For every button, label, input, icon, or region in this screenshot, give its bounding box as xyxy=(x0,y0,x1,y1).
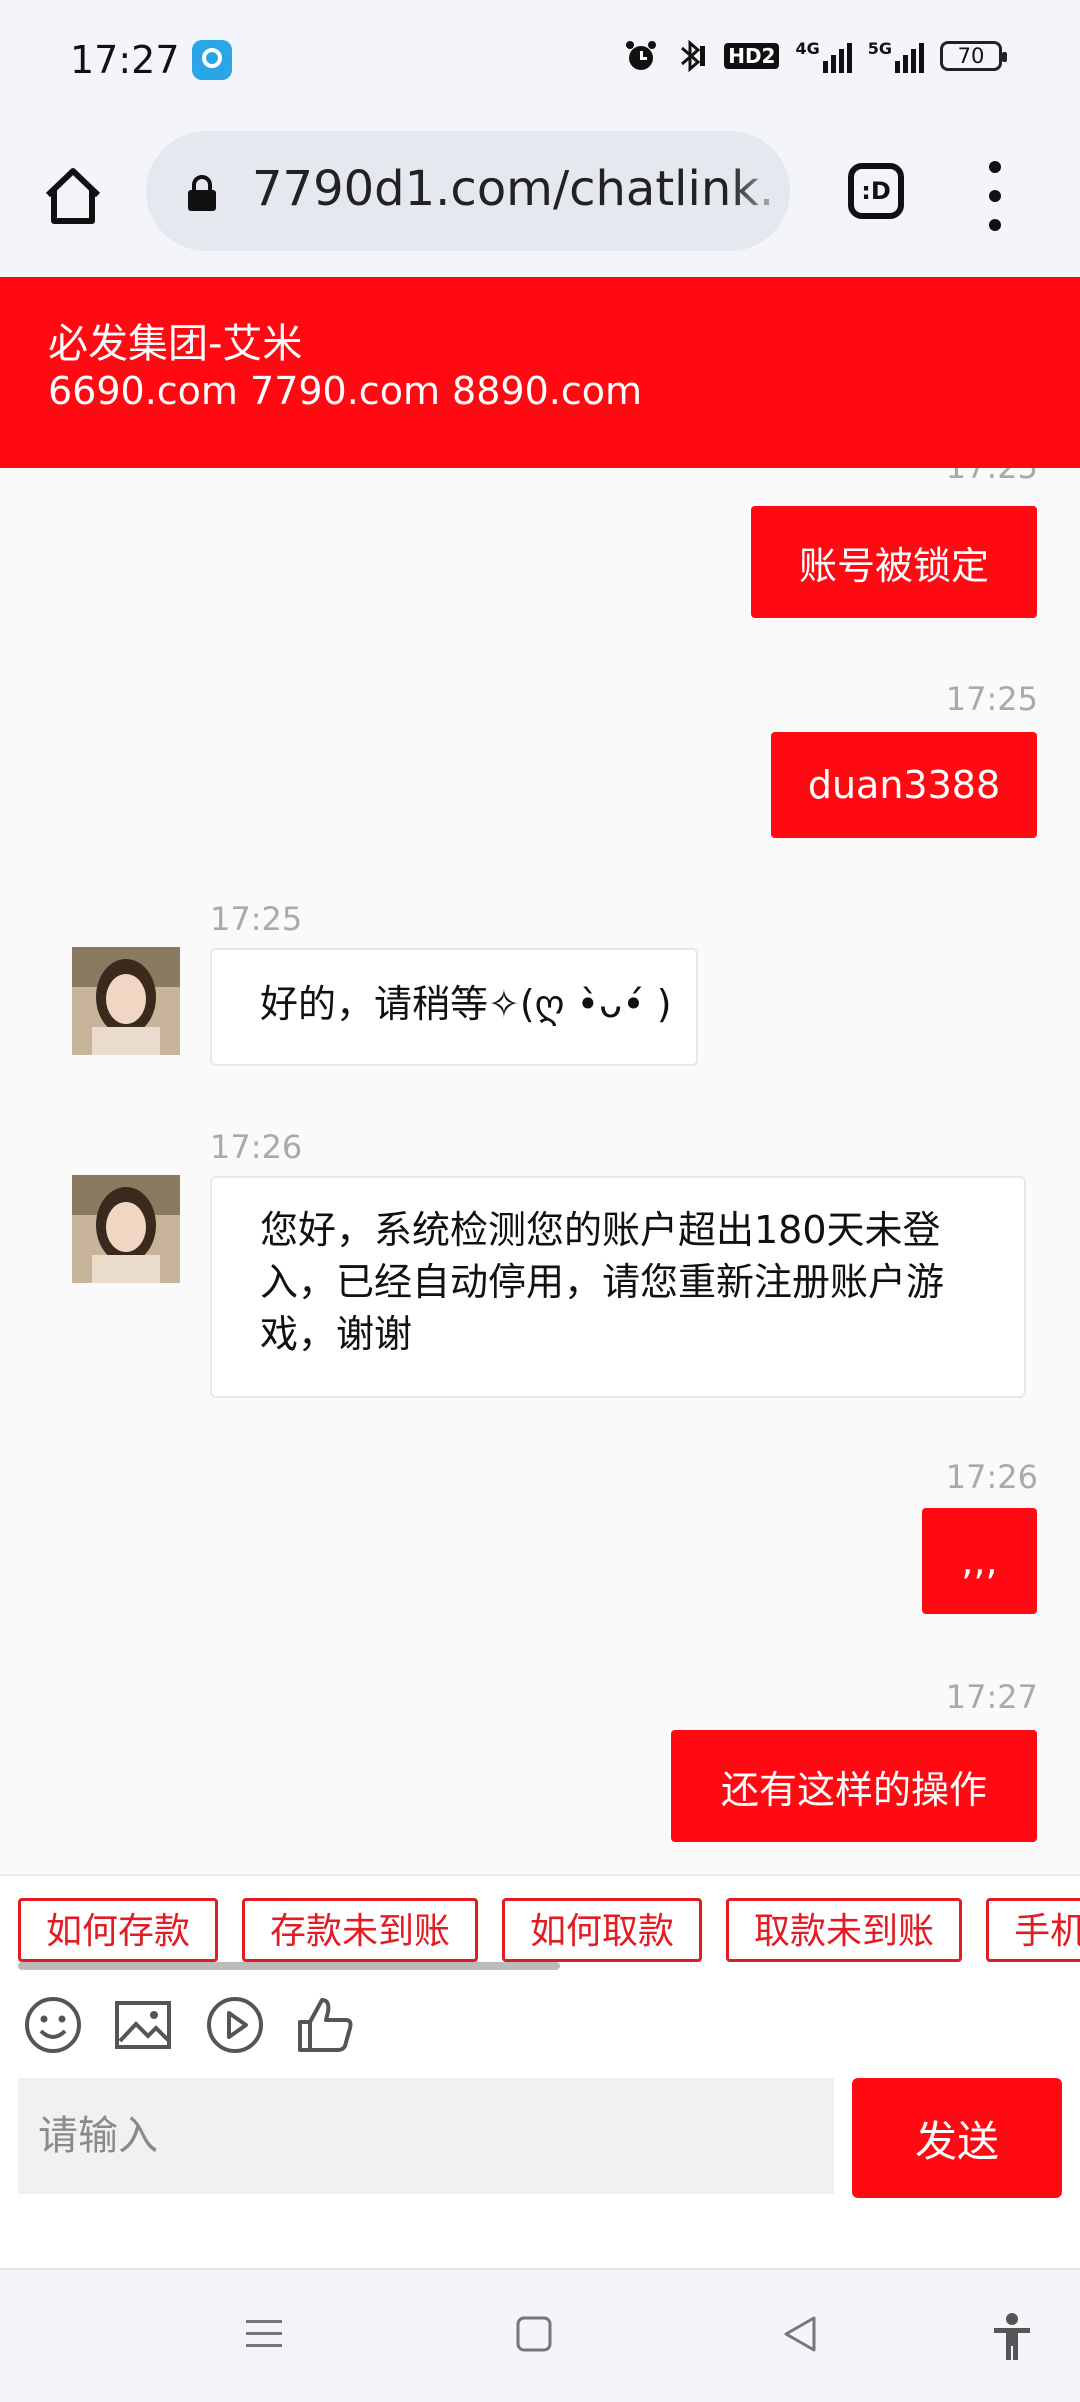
system-nav-bar xyxy=(0,2268,1080,2402)
url-text: 7790d1.com/chatlink.html xyxy=(252,161,777,217)
quick-reply-bar[interactable]: 如何存款 存款未到账 如何取款 取款未到账 手机 xyxy=(0,1874,1080,1972)
message-time: 17:25 xyxy=(210,900,303,938)
agent-avatar xyxy=(72,947,180,1055)
quick-reply-deposit-missing[interactable]: 存款未到账 xyxy=(242,1898,479,1962)
tab-switcher-label: :D xyxy=(861,177,891,205)
chat-header: 必发集团-艾米 6690.com 7790.com 8890.com xyxy=(0,277,1080,468)
composer-tools xyxy=(0,1970,1080,2078)
message-bubble-outgoing: 还有这样的操作 xyxy=(671,1730,1037,1842)
address-bar[interactable]: 7790d1.com/chatlink.html xyxy=(146,131,790,251)
emoji-icon[interactable] xyxy=(22,1994,84,2056)
message-input[interactable] xyxy=(18,2078,834,2194)
site-domains: 6690.com 7790.com 8890.com xyxy=(48,369,642,413)
5g-signal-icon: 5G xyxy=(868,39,924,73)
message-time: 17:27 xyxy=(945,1678,1038,1716)
home-icon[interactable] xyxy=(40,163,106,229)
video-icon[interactable] xyxy=(204,1994,266,2056)
quick-reply-how-withdraw[interactable]: 如何取款 xyxy=(502,1898,703,1962)
agent-avatar xyxy=(72,1175,180,1283)
app-notification-icon xyxy=(192,40,232,80)
message-bubble-outgoing: 账号被锁定 xyxy=(751,506,1037,618)
bluetooth-icon xyxy=(681,39,706,73)
alarm-icon xyxy=(626,41,657,70)
agent-name: 必发集团-艾米 xyxy=(48,321,303,367)
more-menu-icon[interactable] xyxy=(980,161,1010,231)
4g-label: 4G xyxy=(795,39,820,58)
message-list[interactable]: 17:25 账号被锁定 17:25 duan3388 17:25 好的，请稍等✧… xyxy=(0,468,1080,1874)
send-button[interactable]: 发送 xyxy=(852,2078,1062,2198)
home-nav-icon[interactable] xyxy=(514,2314,554,2354)
quick-reply-withdraw-missing[interactable]: 取款未到账 xyxy=(726,1898,963,1962)
message-time: 17:25 xyxy=(945,680,1038,718)
recent-apps-icon[interactable] xyxy=(244,2314,284,2354)
image-icon[interactable] xyxy=(112,1994,174,2056)
message-time: 17:26 xyxy=(210,1128,303,1166)
thumbs-up-icon[interactable] xyxy=(294,1994,356,2056)
quick-reply-track: 如何存款 存款未到账 如何取款 取款未到账 手机 xyxy=(18,1898,1080,1962)
battery-level: 70 xyxy=(957,44,985,68)
status-time: 17:27 xyxy=(70,38,180,82)
message-time: 17:25 xyxy=(946,468,1038,486)
quick-reply-how-deposit[interactable]: 如何存款 xyxy=(18,1898,219,1962)
message-bubble-incoming: 您好，系统检测您的账户超出180天未登入，已经自动停用，请您重新注册账户游戏，谢… xyxy=(210,1176,1026,1398)
4g-signal-icon: 4G xyxy=(795,39,852,73)
message-time: 17:26 xyxy=(945,1458,1038,1496)
lock-icon xyxy=(188,175,216,211)
hd-icon: HD2 xyxy=(724,43,780,69)
status-bar: 17:27 HD2 4G 5G 70 xyxy=(0,0,1080,125)
accessibility-icon[interactable] xyxy=(990,2312,1034,2362)
quick-reply-scrollbar[interactable] xyxy=(18,1962,560,1970)
message-bubble-outgoing: duan3388 xyxy=(771,732,1037,838)
battery-indicator: 70 xyxy=(940,41,1007,71)
quick-reply-mobile[interactable]: 手机 xyxy=(986,1898,1080,1962)
composer: 发送 xyxy=(0,2078,1080,2268)
tab-switcher-button[interactable]: :D xyxy=(848,163,904,219)
browser-toolbar: 7790d1.com/chatlink.html :D xyxy=(0,125,1080,277)
message-bubble-incoming: 好的，请稍等✧(ღ •̀ᴗ•́ ) xyxy=(210,948,698,1066)
back-nav-icon[interactable] xyxy=(780,2314,820,2354)
message-bubble-outgoing: ,,, xyxy=(922,1508,1037,1614)
5g-label: 5G xyxy=(867,39,892,58)
status-icons: HD2 4G 5G 70 xyxy=(624,38,1007,74)
